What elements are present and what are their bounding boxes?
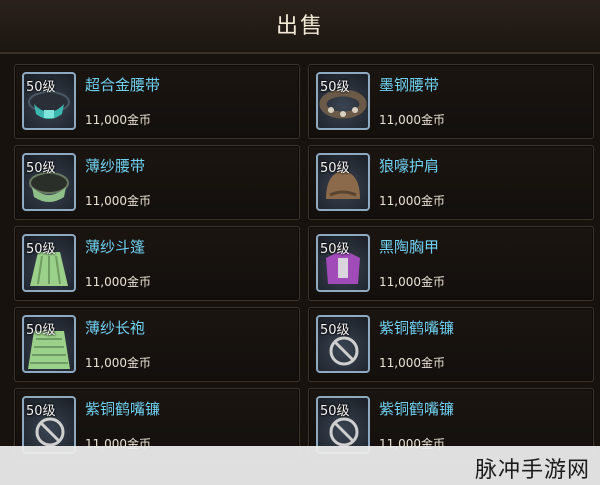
item-price: 11,000金币 — [85, 356, 151, 370]
level-badge: 50级 — [320, 323, 350, 338]
item-name: 狼嚎护肩 — [379, 157, 440, 175]
item-card[interactable]: 50级 超合金腰带 11,000金币 — [14, 64, 300, 139]
level-badge: 50级 — [26, 161, 56, 176]
item-card[interactable]: 50级 紫铜鹤嘴镰 11,000金币 — [308, 307, 594, 382]
item-price: 11,000金币 — [379, 113, 445, 127]
item-name: 紫铜鹤嘴镰 — [379, 400, 455, 418]
item-slot: 50级 — [316, 315, 370, 373]
item-card[interactable]: 50级 墨钢腰带 11,000金币 — [308, 64, 594, 139]
item-slot: 50级 — [316, 153, 370, 211]
item-name: 薄纱斗篷 — [85, 238, 146, 256]
item-slot: 50级 — [316, 72, 370, 130]
item-name: 黑陶胸甲 — [379, 238, 440, 256]
item-card[interactable]: 50级 黑陶胸甲 11,000金币 — [308, 226, 594, 301]
item-name: 超合金腰带 — [85, 76, 161, 94]
item-card[interactable]: 50级 薄纱腰带 11,000金币 — [14, 145, 300, 220]
item-name: 墨钢腰带 — [379, 76, 440, 94]
item-price: 11,000金币 — [379, 275, 445, 289]
item-slot: 50级 — [22, 234, 76, 292]
item-price: 11,000金币 — [85, 275, 151, 289]
item-name: 紫铜鹤嘴镰 — [379, 319, 455, 337]
item-slot: 50级 — [22, 315, 76, 373]
level-badge: 50级 — [320, 80, 350, 95]
item-grid: 50级 超合金腰带 11,000金币 50级 墨钢腰带 11,000金币 50级 — [14, 64, 594, 463]
item-card[interactable]: 50级 狼嚎护肩 11,000金币 — [308, 145, 594, 220]
header-bar: 出售 — [0, 0, 600, 54]
level-badge: 50级 — [26, 80, 56, 95]
item-price: 11,000金币 — [379, 356, 445, 370]
level-badge: 50级 — [320, 404, 350, 419]
level-badge: 50级 — [320, 242, 350, 257]
item-name: 薄纱腰带 — [85, 157, 146, 175]
item-card[interactable]: 50级 薄纱长袍 11,000金币 — [14, 307, 300, 382]
item-price: 11,000金币 — [379, 194, 445, 208]
item-slot: 50级 — [22, 153, 76, 211]
level-badge: 50级 — [26, 323, 56, 338]
level-badge: 50级 — [26, 242, 56, 257]
page-title: 出售 — [275, 14, 324, 39]
item-price: 11,000金币 — [85, 113, 151, 127]
item-slot: 50级 — [22, 72, 76, 130]
watermark: 脉冲手游网 — [474, 458, 590, 483]
item-name: 紫铜鹤嘴镰 — [85, 400, 161, 418]
item-price: 11,000金币 — [85, 194, 151, 208]
item-name: 薄纱长袍 — [85, 319, 146, 337]
level-badge: 50级 — [26, 404, 56, 419]
item-slot: 50级 — [316, 234, 370, 292]
item-card[interactable]: 50级 薄纱斗篷 11,000金币 — [14, 226, 300, 301]
level-badge: 50级 — [320, 161, 350, 176]
